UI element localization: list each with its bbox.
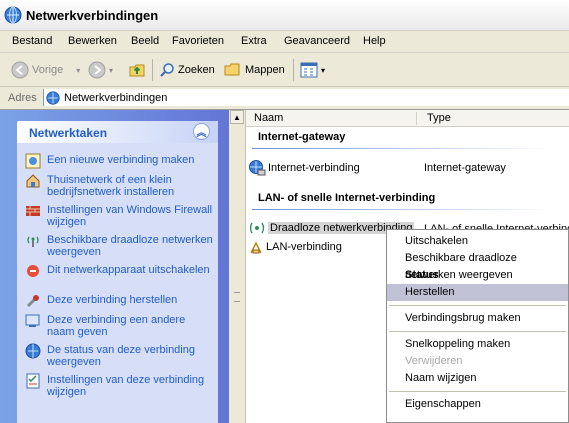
column-header: Naam Type	[246, 110, 569, 127]
views-icon	[300, 62, 318, 78]
menu-bewerken[interactable]: Bewerken	[68, 35, 117, 47]
network-connections-icon	[4, 6, 22, 24]
ctx-status[interactable]: Status	[387, 267, 568, 284]
rename-icon	[25, 314, 40, 327]
address-label: Adres	[8, 92, 37, 104]
repair-icon	[26, 295, 39, 308]
menu-help[interactable]: Help	[363, 35, 386, 47]
task-repair[interactable]: Deze verbinding herstellen	[25, 294, 215, 309]
wireless-connection-icon	[249, 222, 265, 234]
ctx-eigenschappen[interactable]: Eigenschappen	[387, 396, 568, 413]
internet-gateway-icon	[249, 160, 266, 176]
ctx-wireless-networks[interactable]: Beschikbare draadloze netwerken weergeve…	[387, 250, 568, 281]
disable-device-icon	[27, 265, 39, 277]
menu-bestand[interactable]: Bestand	[12, 35, 52, 47]
item-type: Internet-gateway	[424, 162, 506, 174]
task-pane: Netwerktaken ︽ Een nieuwe verbinding mak…	[0, 110, 229, 423]
menu-bar: Bestand Bewerken Beeld Favorieten Extra …	[0, 31, 569, 53]
title-bar: Netwerkverbindingen	[0, 0, 569, 31]
address-bar: Adres Netwerkverbindingen	[0, 87, 569, 110]
task-new-connection[interactable]: Een nieuwe verbinding maken	[25, 153, 215, 169]
task-header-title: Netwerktaken	[29, 126, 108, 140]
task-firewall[interactable]: Instellingen van Windows Firewall wijzig…	[25, 204, 215, 228]
menu-favorieten[interactable]: Favorieten	[172, 35, 224, 47]
task-status[interactable]: De status van deze verbinding weergeven	[25, 343, 215, 368]
views-button[interactable]: ▾	[300, 60, 325, 80]
back-dropdown-icon[interactable]: ▾	[76, 66, 80, 75]
collapse-chevron-icon[interactable]: ︽	[193, 123, 210, 140]
back-label: Vorige	[32, 64, 64, 76]
ctx-herstellen[interactable]: Herstellen	[387, 284, 568, 301]
toolbar-separator	[152, 59, 153, 81]
menu-separator	[389, 391, 566, 392]
group-header: Internet-gateway	[258, 131, 346, 143]
window-title: Netwerkverbindingen	[26, 8, 159, 23]
column-type[interactable]: Type	[427, 112, 451, 124]
network-connections-icon	[46, 90, 60, 105]
up-folder-button[interactable]	[128, 60, 146, 80]
task-disable-device[interactable]: Dit netwerkapparaat uitschakelen	[25, 264, 215, 279]
context-menu: Uitschakelen Beschikbare draadloze netwe…	[386, 229, 569, 423]
ctx-naam-wijzigen[interactable]: Naam wijzigen	[387, 370, 568, 387]
ctx-snelkoppeling[interactable]: Snelkoppeling maken	[387, 336, 568, 353]
ctx-uitschakelen[interactable]: Uitschakelen	[387, 233, 568, 250]
scroll-up-icon[interactable]: ▲	[230, 110, 244, 124]
folders-button[interactable]: Mappen	[224, 60, 285, 80]
folders-label: Mappen	[245, 64, 285, 76]
task-header[interactable]: Netwerktaken ︽	[17, 121, 218, 143]
search-button[interactable]: Zoeken	[159, 60, 215, 80]
item-name: Internet-verbinding	[268, 162, 360, 174]
ctx-verwijderen: Verwijderen	[405, 355, 463, 367]
folders-icon	[224, 63, 240, 76]
task-properties[interactable]: Instellingen van deze verbinding wijzige…	[25, 373, 215, 398]
item-name: LAN-verbinding	[266, 241, 342, 253]
task-wireless-networks[interactable]: Beschikbare draadloze netwerken weergeve…	[25, 234, 215, 258]
status-icon	[25, 343, 41, 359]
home-network-icon	[26, 174, 40, 188]
menu-extra[interactable]: Extra	[241, 35, 267, 47]
group-divider	[252, 148, 552, 149]
column-name[interactable]: Naam	[254, 112, 283, 124]
forward-button[interactable]: ▾	[88, 60, 113, 80]
group-header: LAN- of snelle Internet-verbinding	[258, 192, 436, 204]
search-icon	[160, 63, 174, 77]
address-field[interactable]: Netwerkverbindingen	[43, 89, 569, 106]
task-home-network[interactable]: Thuisnetwerk of een klein bedrijfsnetwer…	[25, 174, 215, 198]
list-item[interactable]: Internet-verbinding	[248, 159, 360, 177]
menu-separator	[389, 331, 566, 332]
back-arrow-icon	[11, 61, 29, 79]
forward-dropdown-icon[interactable]: ▾	[109, 66, 113, 75]
group-divider	[252, 209, 552, 210]
toolbar-separator	[293, 59, 294, 81]
views-dropdown-icon[interactable]: ▾	[321, 66, 325, 75]
up-folder-icon	[129, 64, 145, 77]
properties-icon	[26, 373, 40, 389]
toolbar: Vorige ▾ ▾ Zoeken Mappen ▾	[0, 53, 569, 87]
address-value: Netwerkverbindingen	[64, 91, 168, 104]
ctx-verbindingsbrug[interactable]: Verbindingsbrug maken	[387, 310, 568, 327]
menu-beeld[interactable]: Beeld	[131, 35, 159, 47]
list-item[interactable]: LAN-verbinding	[248, 239, 342, 255]
splitter-grip[interactable]	[234, 292, 240, 302]
menu-geavanceerd[interactable]: Geavanceerd	[284, 35, 350, 47]
lan-connection-icon	[250, 241, 262, 254]
pane-splitter[interactable]	[229, 110, 246, 423]
column-separator[interactable]	[416, 112, 417, 125]
firewall-icon	[26, 206, 40, 216]
task-rename[interactable]: Deze verbinding een andere naam geven	[25, 314, 215, 338]
forward-arrow-icon	[88, 61, 106, 79]
back-button[interactable]: Vorige ▾	[11, 60, 80, 80]
search-label: Zoeken	[178, 64, 215, 76]
new-connection-icon	[25, 153, 41, 169]
wireless-icon	[27, 236, 39, 247]
menu-separator	[389, 305, 566, 306]
